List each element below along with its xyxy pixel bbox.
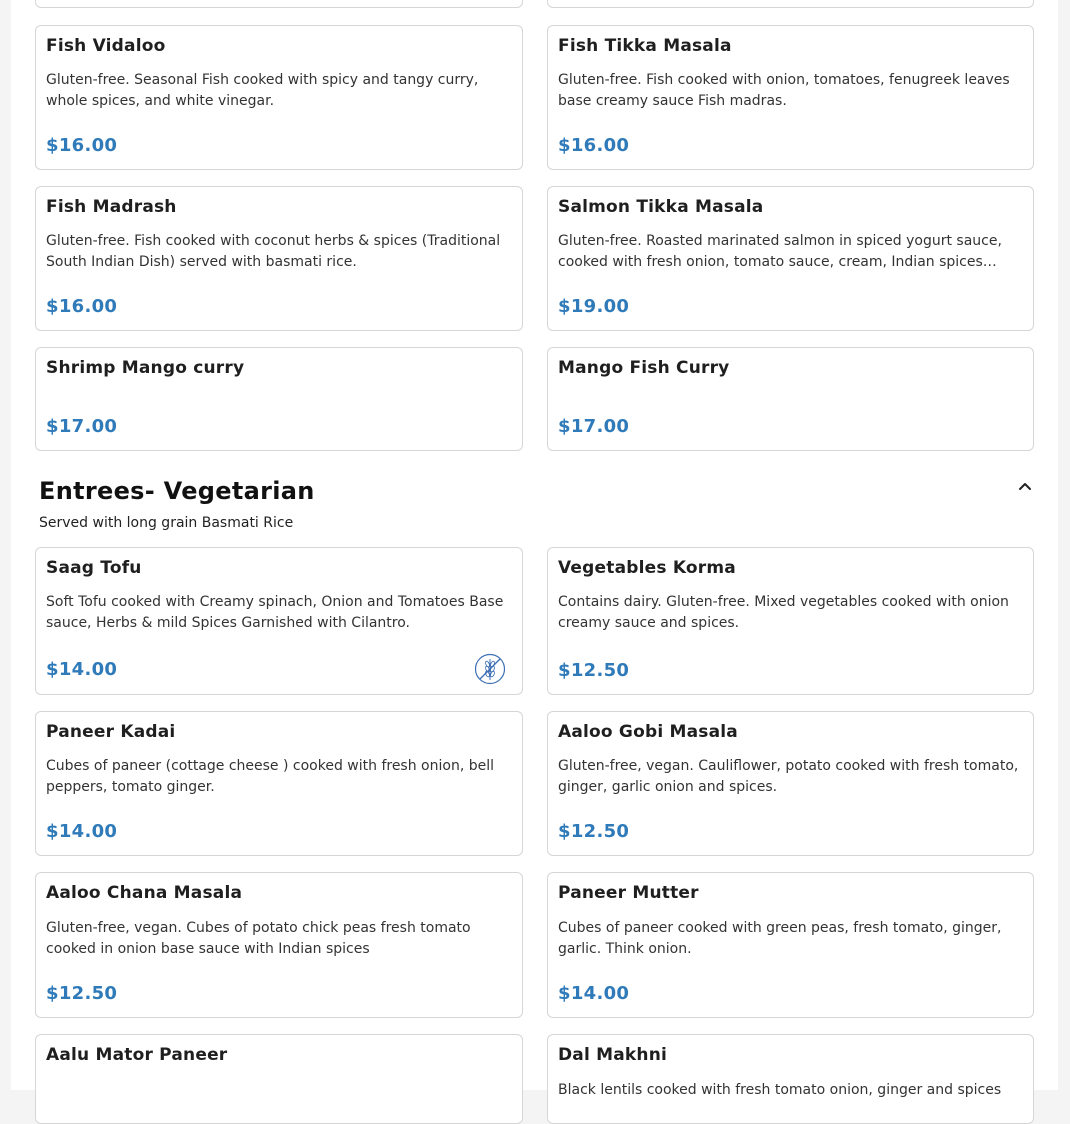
menu-item-card[interactable]: Mango Fish Curry $17.00	[547, 347, 1034, 451]
item-price: $14.00	[46, 659, 118, 680]
menu-item-card[interactable]: Vegetables Korma Contains dairy. Gluten-…	[547, 547, 1034, 695]
item-name: Mango Fish Curry	[558, 358, 730, 378]
item-price: $14.00	[558, 983, 630, 1004]
menu-item-card[interactable]: Fish Madrash Gluten-free. Fish cooked wi…	[35, 186, 523, 331]
item-price: $12.50	[558, 660, 630, 681]
item-name: Fish Madrash	[46, 197, 177, 217]
menu-item-card[interactable]: Paneer Mutter Cubes of paneer cooked wit…	[547, 872, 1034, 1018]
item-name: Fish Vidaloo	[46, 36, 166, 56]
menu-item-card[interactable]: Paneer Kadai Cubes of paneer (cottage ch…	[35, 711, 523, 856]
menu-item-card[interactable]: Aaloo Chana Masala Gluten-free, vegan. C…	[35, 872, 523, 1018]
item-name: Dal Makhni	[558, 1045, 668, 1065]
item-description: Gluten-free, vegan. Cauliflower, potato …	[558, 758, 1019, 795]
gluten-free-icon	[474, 653, 506, 685]
item-price: $17.00	[558, 416, 630, 437]
item-description: Contains dairy. Gluten-free. Mixed veget…	[558, 594, 1009, 631]
section-title: Entrees- Vegetarian	[39, 477, 315, 505]
item-description: Soft Tofu cooked with Creamy spinach, On…	[46, 594, 504, 631]
menu-item-card[interactable]: Saag Tofu Soft Tofu cooked with Creamy s…	[35, 547, 523, 695]
item-name: Fish Tikka Masala	[558, 36, 732, 56]
item-description: Cubes of paneer cooked with green peas, …	[558, 920, 1002, 957]
menu-item-card[interactable]	[35, 0, 523, 8]
menu-item-card[interactable]: Aaloo Gobi Masala Gluten-free, vegan. Ca…	[547, 711, 1034, 856]
item-price: $12.50	[46, 983, 118, 1004]
menu-item-card[interactable]: Dal Makhni Black lentils cooked with fre…	[547, 1034, 1034, 1124]
menu-item-card[interactable]: Fish Tikka Masala Gluten-free. Fish cook…	[547, 25, 1034, 170]
item-price: $19.00	[558, 296, 630, 317]
item-price: $16.00	[46, 135, 118, 156]
item-name: Aaloo Chana Masala	[46, 883, 243, 903]
item-name: Salmon Tikka Masala	[558, 197, 764, 217]
item-name: Paneer Kadai	[46, 722, 176, 742]
item-price: $17.00	[46, 416, 118, 437]
item-description: Gluten-free. Fish cooked with onion, tom…	[558, 72, 1010, 109]
item-price: $16.00	[558, 135, 630, 156]
item-description: Gluten-free. Seasonal Fish cooked with s…	[46, 72, 479, 109]
item-name: Shrimp Mango curry	[46, 358, 245, 378]
item-description: Gluten-free, vegan. Cubes of potato chic…	[46, 920, 471, 957]
item-description: Cubes of paneer (cottage cheese ) cooked…	[46, 758, 494, 795]
menu-item-card[interactable]: Shrimp Mango curry $17.00	[35, 347, 523, 451]
menu-item-card[interactable]	[547, 0, 1034, 8]
item-description: Black lentils cooked with fresh tomato o…	[558, 1082, 1002, 1098]
item-description: Gluten-free. Roasted marinated salmon in…	[558, 233, 1002, 270]
item-name: Aaloo Gobi Masala	[558, 722, 738, 742]
item-name: Aalu Mator Paneer	[46, 1045, 228, 1065]
item-price: $14.00	[46, 821, 118, 842]
item-name: Vegetables Korma	[558, 558, 736, 578]
chevron-up-icon[interactable]	[1013, 474, 1037, 498]
menu-item-card[interactable]: Fish Vidaloo Gluten-free. Seasonal Fish …	[35, 25, 523, 170]
section-subtitle: Served with long grain Basmati Rice	[39, 515, 294, 531]
item-price: $12.50	[558, 821, 630, 842]
item-name: Saag Tofu	[46, 558, 142, 578]
item-description: Gluten-free. Fish cooked with coconut he…	[46, 233, 501, 270]
item-name: Paneer Mutter	[558, 883, 699, 903]
menu-item-card[interactable]: Salmon Tikka Masala Gluten-free. Roasted…	[547, 186, 1034, 331]
menu-item-card[interactable]: Aalu Mator Paneer	[35, 1034, 523, 1124]
menu-page: Fish Vidaloo Gluten-free. Seasonal Fish …	[11, 0, 1058, 1124]
item-price: $16.00	[46, 296, 118, 317]
